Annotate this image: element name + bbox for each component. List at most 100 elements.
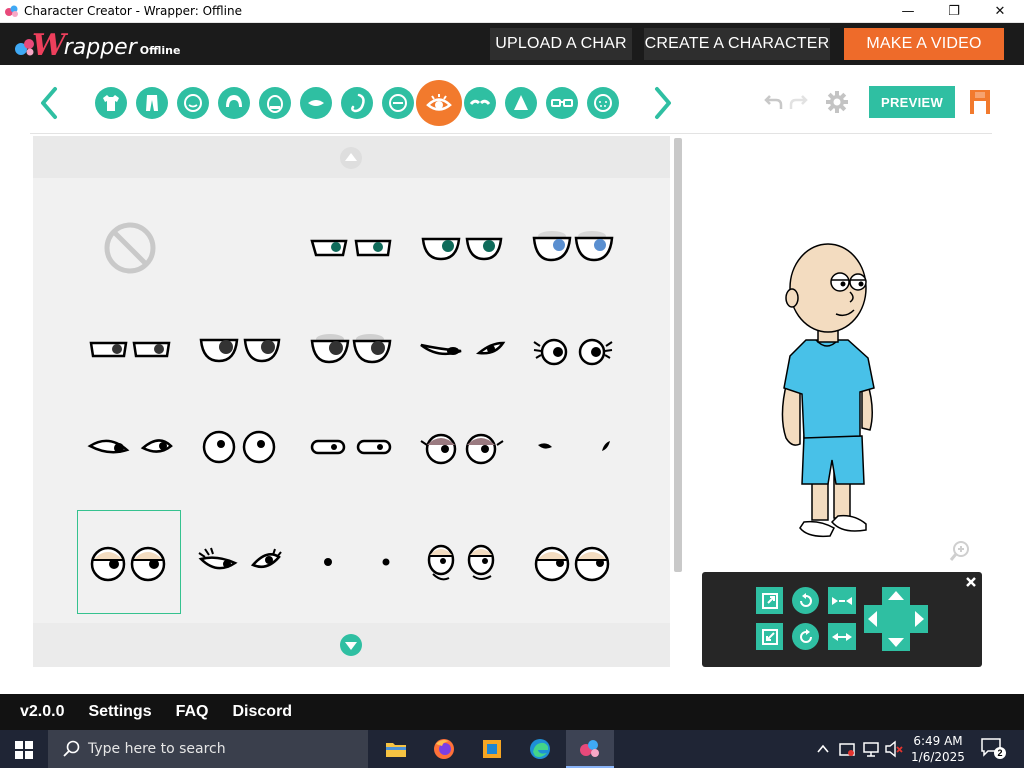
face-icon bbox=[184, 94, 202, 112]
gear-icon[interactable] bbox=[825, 90, 849, 114]
rotate-left-button[interactable] bbox=[792, 587, 819, 614]
taskbar-search-box[interactable]: Type here to search bbox=[48, 730, 368, 768]
make-video-button[interactable]: MAKE A VIDEO bbox=[844, 28, 1004, 60]
chevron-right-icon[interactable] bbox=[652, 86, 674, 120]
chevron-up-icon[interactable] bbox=[816, 742, 830, 756]
category-face-details-button[interactable] bbox=[587, 87, 619, 119]
minimize-button[interactable]: — bbox=[885, 0, 931, 23]
eyes-option[interactable] bbox=[410, 510, 514, 614]
transform-controls-panel bbox=[702, 572, 982, 667]
logo-text: rapper bbox=[63, 35, 137, 60]
move-dpad[interactable] bbox=[864, 587, 928, 651]
eyes-option[interactable] bbox=[188, 616, 292, 667]
upload-char-button[interactable]: UPLOAD A CHAR bbox=[490, 28, 632, 60]
eyes-option-selected[interactable] bbox=[77, 510, 181, 614]
discord-link[interactable]: Discord bbox=[233, 703, 293, 721]
category-pants-button[interactable] bbox=[136, 87, 168, 119]
close-button[interactable]: ✕ bbox=[977, 0, 1023, 23]
category-eyes-button[interactable] bbox=[416, 80, 462, 126]
category-eyebrows-button[interactable] bbox=[464, 87, 496, 119]
category-face-button[interactable] bbox=[177, 87, 209, 119]
preview-button[interactable]: PREVIEW bbox=[869, 86, 955, 118]
category-beard-button[interactable] bbox=[341, 87, 373, 119]
eyes-option[interactable] bbox=[299, 196, 403, 300]
wrapper-logo: W rapper Offline bbox=[14, 27, 180, 61]
eyes-option[interactable] bbox=[410, 196, 514, 300]
scale-down-button[interactable] bbox=[756, 623, 783, 650]
save-icon[interactable] bbox=[969, 89, 991, 115]
undo-icon[interactable] bbox=[764, 92, 784, 112]
wrapper-app-icon bbox=[580, 740, 599, 757]
item-grid-panel bbox=[33, 136, 670, 667]
pants-icon bbox=[146, 95, 158, 111]
taskbar-file-explorer[interactable] bbox=[372, 730, 420, 768]
scale-up-icon bbox=[761, 592, 778, 609]
category-head-button[interactable] bbox=[259, 87, 291, 119]
eyes-option[interactable] bbox=[299, 395, 403, 499]
eyes-option[interactable] bbox=[521, 395, 625, 499]
eyes-option[interactable] bbox=[188, 395, 292, 499]
search-icon bbox=[63, 740, 80, 757]
app-squares-icon bbox=[483, 740, 501, 758]
taskbar-app[interactable] bbox=[468, 730, 516, 768]
zoom-in-icon[interactable] bbox=[949, 540, 971, 562]
edge-icon bbox=[530, 739, 550, 759]
eyebrows-icon bbox=[469, 99, 491, 105]
squeeze-horizontal-button[interactable] bbox=[828, 587, 856, 614]
rotate-right-icon bbox=[799, 628, 812, 643]
category-eyebrows-shape-button[interactable] bbox=[382, 87, 414, 119]
firefox-icon bbox=[434, 739, 454, 759]
eyes-option[interactable] bbox=[521, 298, 625, 402]
maximize-button[interactable]: ❐ bbox=[931, 0, 977, 23]
volume-muted-icon[interactable] bbox=[884, 740, 904, 758]
folder-icon bbox=[386, 743, 406, 757]
eye-icon bbox=[426, 94, 452, 111]
eyes-option[interactable] bbox=[299, 510, 403, 614]
eyes-option[interactable] bbox=[521, 196, 625, 300]
windows-start-icon[interactable] bbox=[15, 741, 33, 759]
eyes-option[interactable] bbox=[521, 510, 625, 614]
create-character-button[interactable]: CREATE A CHARACTER bbox=[644, 28, 830, 60]
category-hair-button[interactable] bbox=[218, 87, 250, 119]
category-glasses-button[interactable] bbox=[546, 87, 578, 119]
close-icon[interactable] bbox=[965, 576, 977, 588]
eyes-option[interactable] bbox=[78, 616, 182, 667]
eyes-option[interactable] bbox=[188, 510, 292, 614]
glasses-icon bbox=[551, 99, 573, 107]
app-header: W rapper Offline UPLOAD A CHAR CREATE A … bbox=[0, 23, 1024, 65]
wrapper-app-icon bbox=[5, 5, 18, 17]
eyes-option[interactable] bbox=[78, 298, 182, 402]
category-nose-button[interactable] bbox=[505, 87, 537, 119]
logo-w: W bbox=[32, 28, 66, 63]
logo-offline: Offline bbox=[139, 44, 181, 57]
faq-link[interactable]: FAQ bbox=[176, 703, 209, 721]
scroll-down-icon[interactable] bbox=[339, 633, 363, 657]
taskbar-wrapper-offline[interactable] bbox=[566, 730, 614, 768]
eyes-option[interactable] bbox=[410, 395, 514, 499]
category-shirt-button[interactable] bbox=[95, 87, 127, 119]
rotate-right-button[interactable] bbox=[792, 623, 819, 650]
notifications-button[interactable]: 2 bbox=[980, 737, 1006, 761]
chevron-left-icon[interactable] bbox=[38, 86, 60, 120]
nose-icon bbox=[514, 95, 528, 110]
eyes-option-none[interactable] bbox=[78, 196, 182, 300]
window-title: Character Creator - Wrapper: Offline bbox=[24, 4, 242, 18]
rotate-left-icon bbox=[799, 592, 812, 607]
security-icon[interactable] bbox=[838, 740, 856, 758]
eyes-option[interactable] bbox=[78, 395, 182, 499]
eyes-option[interactable] bbox=[299, 298, 403, 402]
settings-link[interactable]: Settings bbox=[88, 703, 151, 721]
eyes-option[interactable] bbox=[410, 298, 514, 402]
taskbar-firefox[interactable] bbox=[420, 730, 468, 768]
category-mouth-button[interactable] bbox=[300, 87, 332, 119]
redo-icon[interactable] bbox=[788, 92, 808, 112]
eyes-option[interactable] bbox=[188, 298, 292, 402]
stretch-horizontal-button[interactable] bbox=[828, 623, 856, 650]
scroll-up-icon[interactable] bbox=[339, 146, 363, 170]
network-icon[interactable] bbox=[862, 740, 880, 758]
clock-time: 6:49 AM bbox=[913, 734, 963, 748]
taskbar-clock[interactable]: 6:49 AM 1/6/2025 bbox=[908, 733, 968, 765]
taskbar-edge[interactable] bbox=[516, 730, 564, 768]
scale-up-button[interactable] bbox=[756, 587, 783, 614]
item-panel-scrollbar[interactable] bbox=[674, 138, 682, 572]
